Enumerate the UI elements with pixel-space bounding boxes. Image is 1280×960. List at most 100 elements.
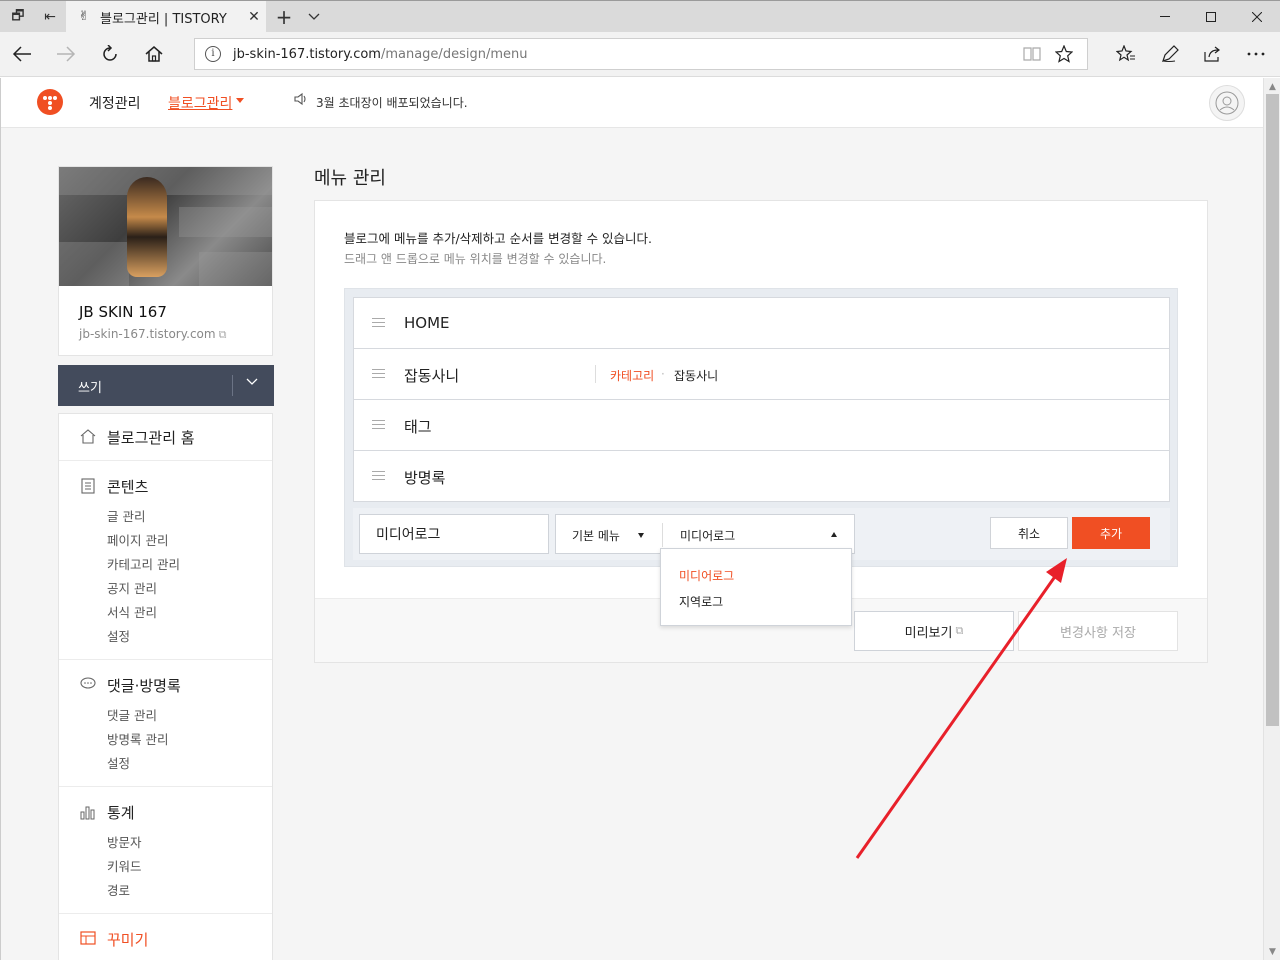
menu-item-label: HOME bbox=[404, 314, 450, 332]
sidebar-item-decorate[interactable]: 꾸미기 bbox=[107, 929, 148, 950]
minimize-icon[interactable] bbox=[1142, 1, 1188, 33]
account-manage-link[interactable]: 계정관리 bbox=[89, 93, 141, 113]
page-title: 메뉴 관리 bbox=[314, 168, 386, 189]
drag-handle-icon[interactable] bbox=[372, 420, 385, 432]
subtype-dropdown: 미디어로그 지역로그 bbox=[660, 548, 852, 626]
blog-url-link[interactable]: jb-skin-167.tistory.com ⧉ bbox=[79, 327, 226, 342]
blog-cover-image[interactable] bbox=[59, 167, 272, 286]
speech-bubble-icon bbox=[79, 677, 97, 695]
tistory-logo-icon[interactable] bbox=[37, 89, 63, 115]
tab-bar: 🗗 ⇤ ✌ 블로그관리 | TISTORY ✕ + bbox=[0, 0, 1280, 33]
sidebar-section-contents: 콘텐츠 글 관리 페이지 관리 카테고리 관리 공지 관리 서식 관리 설정 bbox=[59, 461, 272, 660]
url-host: jb-skin-167.tistory.com bbox=[233, 46, 381, 62]
menu-item-row[interactable]: 잡동사니 카테고리 · 잡동사니 bbox=[353, 348, 1170, 400]
favorites-hub-icon[interactable] bbox=[1104, 32, 1148, 76]
menu-item-label: 방명록 bbox=[404, 469, 446, 487]
add-button[interactable]: 추가 bbox=[1072, 517, 1150, 549]
sidebar-item-comment-settings[interactable]: 설정 bbox=[107, 753, 130, 772]
sidebar-section-stats: 통계 방문자 키워드 경로 bbox=[59, 787, 272, 914]
avatar[interactable] bbox=[1209, 85, 1245, 121]
drag-handle-icon[interactable] bbox=[372, 318, 385, 330]
sidebar-item-contents[interactable]: 콘텐츠 bbox=[107, 476, 148, 497]
url-path: /manage/design/menu bbox=[380, 46, 528, 62]
tab-list-chevron-icon[interactable] bbox=[302, 1, 326, 33]
sidebar-item-content-settings[interactable]: 설정 bbox=[107, 626, 130, 645]
document-icon bbox=[79, 478, 97, 498]
maximize-icon[interactable] bbox=[1188, 1, 1234, 33]
menu-item-label: 잡동사니 bbox=[404, 367, 460, 385]
sidebar-item-comment-manage[interactable]: 댓글 관리 bbox=[107, 705, 157, 724]
favorite-star-icon[interactable] bbox=[1049, 39, 1079, 69]
web-page: 계정관리 블로그관리 3월 초대장이 배포되었습니다. JB SKIN 167 … bbox=[0, 78, 1263, 960]
scroll-down-icon[interactable]: ▼ bbox=[1264, 943, 1280, 960]
menu-subtype-value: 미디어로그 bbox=[680, 529, 736, 543]
dropdown-option[interactable]: 미디어로그 bbox=[679, 567, 734, 584]
sidebar-item-pages[interactable]: 페이지 관리 bbox=[107, 530, 168, 549]
sidebar-item-visitors[interactable]: 방문자 bbox=[107, 832, 142, 851]
cancel-button[interactable]: 취소 bbox=[990, 517, 1068, 549]
blog-manage-link[interactable]: 블로그관리 bbox=[168, 93, 232, 113]
forward-arrow-icon[interactable] bbox=[44, 32, 88, 76]
new-tab-icon[interactable]: + bbox=[272, 1, 296, 33]
web-note-pen-icon[interactable] bbox=[1148, 32, 1192, 76]
hint-text: 드래그 앤 드롭으로 메뉴 위치를 변경할 수 있습니다. bbox=[344, 252, 607, 266]
write-label: 쓰기 bbox=[78, 381, 102, 396]
description-text: 블로그에 메뉴를 추가/삭제하고 순서를 변경할 수 있습니다. bbox=[344, 231, 653, 246]
tab-actions-icon[interactable]: 🗗 bbox=[2, 1, 34, 32]
divider bbox=[595, 365, 596, 383]
sidebar-item-categories[interactable]: 카테고리 관리 bbox=[107, 554, 180, 573]
home-icon bbox=[79, 428, 97, 448]
caret-down-icon[interactable] bbox=[236, 98, 244, 103]
dropdown-option[interactable]: 지역로그 bbox=[679, 593, 723, 610]
sidebar-item-stats[interactable]: 통계 bbox=[107, 802, 135, 823]
sidebar-item-notices[interactable]: 공지 관리 bbox=[107, 578, 157, 597]
drag-handle-icon[interactable] bbox=[372, 369, 385, 381]
menu-item-row[interactable]: HOME bbox=[353, 297, 1170, 349]
sidebar-item-referrers[interactable]: 경로 bbox=[107, 880, 130, 899]
tab-title: 블로그관리 | TISTORY bbox=[100, 11, 227, 27]
caret-up-icon[interactable] bbox=[831, 532, 837, 537]
menu-list: HOME 잡동사니 카테고리 · 잡동사니 태그 방명록 기본 bbox=[344, 288, 1178, 567]
share-icon[interactable] bbox=[1190, 32, 1234, 76]
blog-url-text: jb-skin-167.tistory.com bbox=[79, 327, 216, 341]
scroll-thumb[interactable] bbox=[1266, 94, 1279, 726]
set-aside-tabs-icon[interactable]: ⇤ bbox=[34, 1, 66, 32]
refresh-icon[interactable] bbox=[88, 32, 132, 76]
save-changes-button[interactable]: 변경사항 저장 bbox=[1018, 611, 1178, 651]
layout-icon bbox=[79, 931, 97, 949]
drag-handle-icon[interactable] bbox=[372, 471, 385, 483]
address-bar[interactable]: i jb-skin-167.tistory.com/manage/design/… bbox=[194, 38, 1088, 70]
tistory-favicon-icon: ✌ bbox=[78, 9, 90, 24]
menu-item-target: 잡동사니 bbox=[674, 369, 719, 383]
menu-item-row[interactable]: 태그 bbox=[353, 399, 1170, 451]
sidebar-section-comments: 댓글·방명록 댓글 관리 방명록 관리 설정 bbox=[59, 660, 272, 787]
notice-text[interactable]: 3월 초대장이 배포되었습니다. bbox=[316, 94, 468, 111]
sidebar-item-guestbook-manage[interactable]: 방명록 관리 bbox=[107, 729, 168, 748]
navigation-bar: i jb-skin-167.tistory.com/manage/design/… bbox=[0, 32, 1280, 77]
preview-button[interactable]: 미리보기 ⧉ bbox=[854, 611, 1014, 651]
tab-close-icon[interactable]: ✕ bbox=[242, 9, 266, 25]
home-icon[interactable] bbox=[132, 32, 176, 76]
menu-item-row[interactable]: 방명록 bbox=[353, 450, 1170, 502]
bar-chart-icon bbox=[79, 804, 97, 824]
scroll-up-icon[interactable]: ▲ bbox=[1264, 78, 1280, 95]
blog-name[interactable]: JB SKIN 167 bbox=[79, 303, 167, 321]
sidebar-item-comments[interactable]: 댓글·방명록 bbox=[107, 675, 181, 696]
reading-view-icon[interactable] bbox=[1017, 39, 1047, 69]
write-button[interactable]: 쓰기 bbox=[58, 365, 274, 406]
menu-name-input[interactable] bbox=[359, 514, 549, 554]
sidebar-item-home[interactable]: 블로그관리 홈 bbox=[107, 427, 195, 448]
back-arrow-icon[interactable] bbox=[0, 32, 44, 76]
vertical-scrollbar[interactable]: ▲ ▼ bbox=[1263, 78, 1280, 960]
sidebar-item-keywords[interactable]: 키워드 bbox=[107, 856, 142, 875]
sidebar-item-templates[interactable]: 서식 관리 bbox=[107, 602, 157, 621]
info-icon[interactable]: i bbox=[205, 46, 221, 62]
chevron-down-icon[interactable] bbox=[246, 375, 258, 389]
caret-down-icon[interactable] bbox=[638, 533, 644, 538]
sidebar-item-posts[interactable]: 글 관리 bbox=[107, 506, 145, 525]
close-window-icon[interactable] bbox=[1234, 1, 1280, 33]
separator-dot: · bbox=[661, 367, 665, 381]
sidebar-section-decorate: 꾸미기 bbox=[59, 914, 272, 960]
tab-active[interactable]: ✌ 블로그관리 | TISTORY ✕ bbox=[66, 1, 266, 33]
more-options-icon[interactable] bbox=[1234, 32, 1278, 76]
